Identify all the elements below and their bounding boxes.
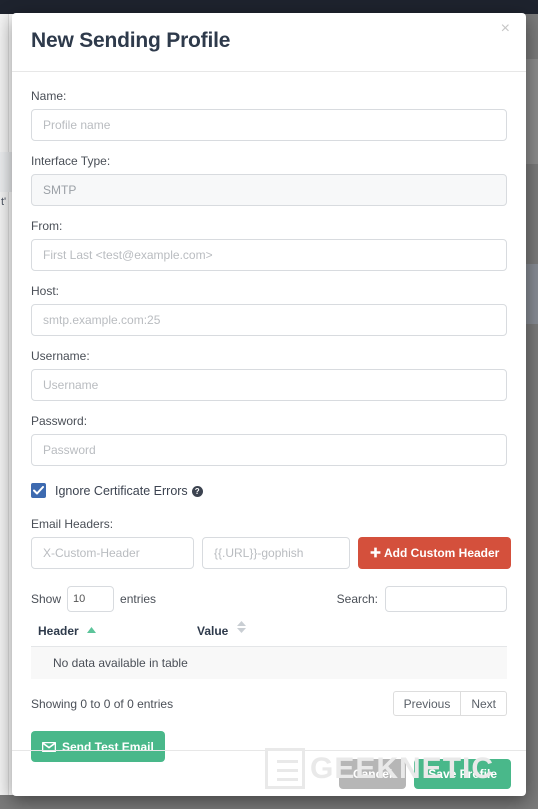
next-page-button[interactable]: Next: [461, 691, 507, 716]
save-profile-button[interactable]: Save Profile: [414, 758, 511, 789]
field-password: Password:: [31, 414, 507, 466]
search-input[interactable]: [385, 586, 507, 612]
pagination: Previous Next: [392, 691, 507, 716]
interface-type-input[interactable]: [31, 174, 507, 206]
column-header-value-label: Value: [197, 624, 229, 638]
column-header-header[interactable]: Header: [31, 621, 193, 647]
datatable-length-control: Show entries: [31, 586, 156, 612]
ignore-certificate-errors-text: Ignore Certificate Errors: [55, 483, 188, 498]
entries-label: entries: [120, 592, 157, 606]
field-interface-type-label: Interface Type:: [31, 154, 111, 168]
ignore-certificate-errors-row: Ignore Certificate Errors?: [31, 483, 507, 498]
table-body: No data available in table: [31, 646, 507, 680]
backdrop-overlay-right: [524, 14, 538, 809]
empty-table-message: No data available in table: [31, 646, 507, 680]
datatable-footer: Showing 0 to 0 of 0 entries Previous Nex…: [31, 691, 507, 716]
column-header-value[interactable]: Value: [193, 621, 507, 647]
add-custom-header-label: Add Custom Header: [384, 546, 500, 560]
email-headers-label: Email Headers:: [31, 517, 114, 531]
modal-body: Name: Interface Type: From: Host: Userna…: [12, 72, 526, 762]
email-headers-row: Add Custom Header: [31, 537, 512, 569]
background-sidebar: [0, 14, 9, 809]
new-sending-profile-modal: New Sending Profile × Name: Interface Ty…: [12, 13, 526, 796]
page-title: New Sending Profile: [31, 29, 231, 52]
email-headers-section: Email Headers: Add Custom Header: [31, 517, 512, 569]
field-host-label: Host:: [31, 284, 60, 298]
datatable-search-control: Search:: [337, 586, 507, 612]
modal-footer: Cancel Save Profile: [12, 750, 526, 796]
field-from-label: From:: [31, 219, 63, 233]
cancel-button[interactable]: Cancel: [338, 758, 407, 789]
field-password-label: Password:: [31, 414, 88, 428]
show-label: Show: [31, 592, 62, 606]
backdrop-shade-upper: [524, 59, 538, 164]
datatable-controls: Show entries Search:: [31, 586, 507, 612]
background-ghost-text: t': [1, 196, 7, 208]
table-header-row: Header Value: [31, 621, 507, 647]
close-icon[interactable]: ×: [497, 17, 514, 41]
sort-none-icon: [236, 621, 246, 636]
datatable-info: Showing 0 to 0 of 0 entries: [31, 696, 174, 711]
page-length-input[interactable]: [67, 586, 115, 612]
modal-header: New Sending Profile ×: [12, 13, 526, 72]
email-headers-table: Header Value No data available in table: [31, 621, 507, 680]
name-input[interactable]: [31, 109, 507, 141]
host-input[interactable]: [31, 304, 507, 336]
help-icon[interactable]: ?: [191, 485, 203, 497]
custom-header-value-input[interactable]: [202, 537, 350, 569]
ignore-certificate-errors-label: Ignore Certificate Errors?: [55, 484, 203, 498]
ignore-certificate-errors-checkbox[interactable]: [31, 483, 46, 498]
backdrop-overlay-bottom: [0, 795, 538, 809]
plus-icon: [370, 547, 381, 558]
previous-page-button[interactable]: Previous: [392, 691, 462, 716]
field-host: Host:: [31, 284, 507, 336]
add-custom-header-button[interactable]: Add Custom Header: [358, 537, 512, 569]
field-from: From:: [31, 219, 507, 271]
username-input[interactable]: [31, 369, 507, 401]
field-interface-type: Interface Type:: [31, 154, 507, 206]
check-icon: [33, 486, 44, 495]
from-input[interactable]: [31, 239, 507, 271]
table-row: No data available in table: [31, 646, 507, 680]
background-topbar: [0, 0, 538, 14]
table-head: Header Value: [31, 621, 507, 647]
search-label: Search:: [336, 592, 378, 606]
custom-header-name-input[interactable]: [31, 537, 194, 569]
column-header-header-label: Header: [38, 623, 79, 638]
password-input[interactable]: [31, 434, 507, 466]
sort-ascending-icon: [87, 622, 97, 636]
field-name: Name:: [31, 89, 507, 141]
backdrop-shade-lower: [524, 264, 538, 324]
field-username-label: Username:: [31, 349, 90, 363]
field-username: Username:: [31, 349, 507, 401]
field-name-label: Name:: [31, 89, 67, 103]
